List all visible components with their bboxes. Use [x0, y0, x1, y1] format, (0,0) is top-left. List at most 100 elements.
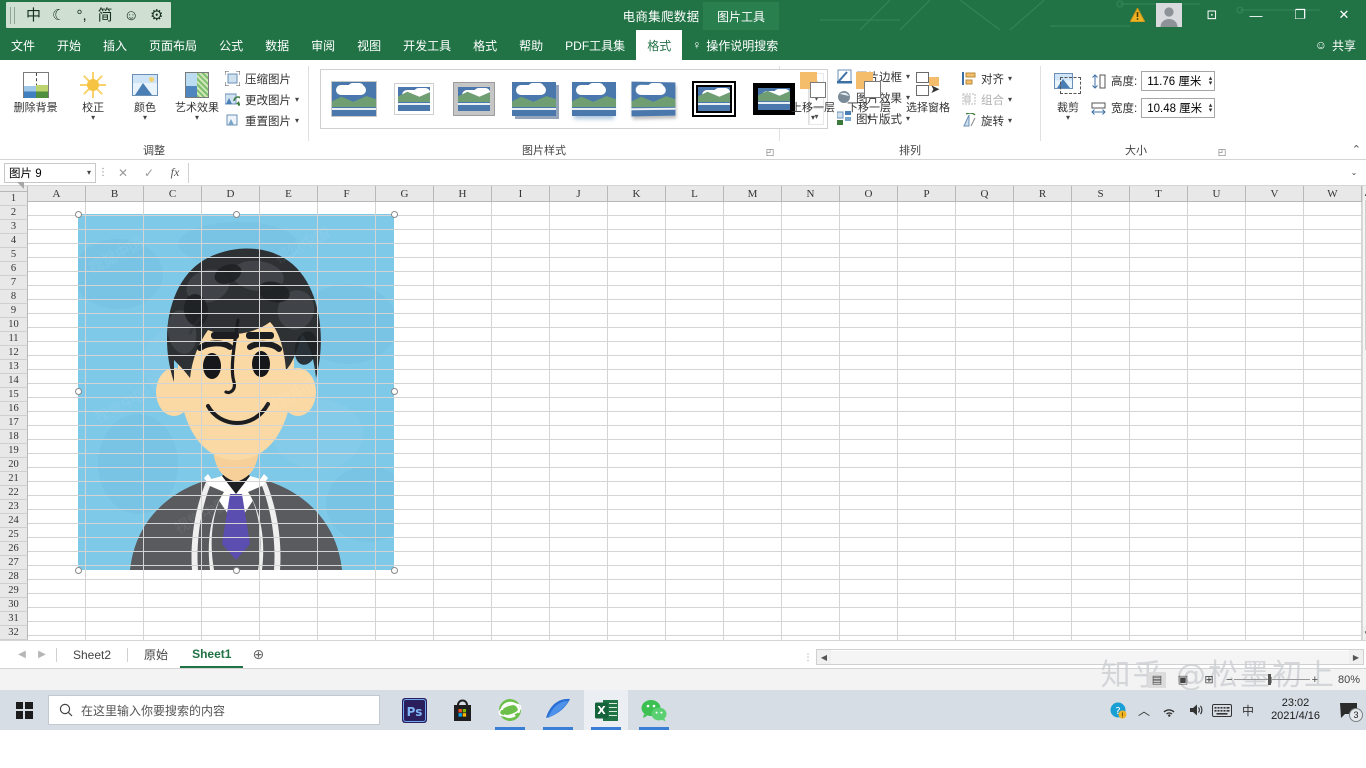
taskbar-excel-button[interactable]: X [584, 690, 628, 730]
tab-help[interactable]: 帮助 [508, 30, 554, 60]
avatar[interactable] [1156, 3, 1182, 27]
row-header-29[interactable]: 29 [0, 584, 28, 598]
ime-moon-icon[interactable]: ☾ [52, 8, 65, 23]
minimize-button[interactable]: — [1234, 0, 1278, 30]
row-header-5[interactable]: 5 [0, 248, 28, 262]
column-header-N[interactable]: N [782, 186, 840, 202]
ime-toolbar[interactable]: 中 ☾ °, 简 ☺ ⚙ [6, 2, 172, 28]
taskbar-store-button[interactable] [440, 690, 484, 730]
row-header-1[interactable]: 1 [0, 192, 28, 206]
picture-style-reflected[interactable] [568, 75, 620, 123]
resize-handle-bottom-right[interactable] [391, 567, 398, 574]
taskbar-wechat-button[interactable] [632, 690, 676, 730]
shape-height-stepper[interactable]: ▴ ▾ [1209, 75, 1213, 87]
column-header-P[interactable]: P [898, 186, 956, 202]
row-header-21[interactable]: 21 [0, 472, 28, 486]
row-header-6[interactable]: 6 [0, 262, 28, 276]
tab-file[interactable]: 文件 [0, 30, 46, 60]
collapse-ribbon-button[interactable]: ⌃ [1352, 143, 1361, 156]
tab-picture-format[interactable]: 格式 [636, 30, 683, 60]
column-header-T[interactable]: T [1130, 186, 1188, 202]
chevron-down-icon[interactable]: ▾ [811, 114, 815, 122]
tab-review[interactable]: 审阅 [300, 30, 346, 60]
row-header-11[interactable]: 11 [0, 332, 28, 346]
share-button[interactable]: ☺ 共享 [1315, 30, 1356, 60]
row-header-18[interactable]: 18 [0, 430, 28, 444]
tab-format[interactable]: 格式 [462, 30, 508, 60]
tab-pdf-tools[interactable]: PDF工具集 [554, 30, 636, 60]
volume-icon[interactable] [1183, 690, 1209, 730]
add-sheet-button[interactable]: ⊕ [243, 646, 273, 663]
zoom-slider-track[interactable] [1234, 679, 1310, 680]
row-header-32[interactable]: 32 [0, 626, 28, 640]
sheet-nav-arrows[interactable]: ◀ ▶ [0, 649, 52, 660]
security-shield-icon[interactable]: ?! [1105, 690, 1131, 730]
page-break-view-button[interactable]: ⊞ [1200, 672, 1218, 688]
column-header-E[interactable]: E [260, 186, 318, 202]
row-header-22[interactable]: 22 [0, 486, 28, 500]
ime-language-icon[interactable]: 中 [26, 8, 41, 23]
resize-handle-bottom-left[interactable] [75, 567, 82, 574]
chevron-down-icon[interactable]: ▾ [87, 168, 91, 177]
page-layout-view-button[interactable]: ▣ [1174, 672, 1192, 688]
resize-handle-top-left[interactable] [75, 211, 82, 218]
cell-area[interactable]: 视觉中国 视觉中国 视觉中国 视觉中国 视觉中国 [28, 202, 1362, 650]
column-header-U[interactable]: U [1188, 186, 1246, 202]
send-backward-button[interactable]: 下移一层 ▾ [841, 66, 897, 123]
ime-mode-icon[interactable]: 中 [1235, 690, 1261, 730]
row-header-17[interactable]: 17 [0, 416, 28, 430]
restore-button[interactable]: ❐ [1278, 0, 1322, 30]
show-hidden-icons-icon[interactable]: ︿ [1131, 690, 1157, 730]
resize-handle-top-center[interactable] [233, 211, 240, 218]
vertical-scrollbar[interactable]: ▲ ▼ [1362, 186, 1366, 640]
ribbon-display-options-button[interactable]: ⊡ [1190, 0, 1234, 30]
tell-me-search[interactable]: ♀ 操作说明搜索 [682, 30, 788, 60]
formula-bar-grip[interactable]: ⋮ [96, 167, 110, 178]
taskbar-wireshark-button[interactable] [536, 690, 580, 730]
tab-developer[interactable]: 开发工具 [392, 30, 462, 60]
picture-styles-dialog-launcher[interactable]: ◰ [764, 146, 776, 158]
tab-data[interactable]: 数据 [254, 30, 300, 60]
taskbar-photoshop-button[interactable]: Ps [392, 690, 436, 730]
confirm-entry-button[interactable]: ✓ [136, 163, 162, 183]
horizontal-scroll-thumb[interactable] [831, 650, 1349, 664]
row-header-15[interactable]: 15 [0, 388, 28, 402]
picture-style-perspective[interactable] [628, 75, 680, 123]
column-header-R[interactable]: R [1014, 186, 1072, 202]
compress-pictures-button[interactable]: 压缩图片 [223, 68, 303, 89]
zoom-slider-thumb[interactable] [1268, 674, 1271, 685]
scroll-right-button[interactable]: ▶ [1349, 650, 1363, 664]
picture-style-white-frame[interactable] [388, 75, 440, 123]
column-header-D[interactable]: D [202, 186, 260, 202]
chevron-down-icon[interactable]: ▾ [143, 114, 147, 122]
column-header-A[interactable]: A [28, 186, 86, 202]
row-header-26[interactable]: 26 [0, 542, 28, 556]
scroll-left-button[interactable]: ◀ [817, 650, 831, 664]
column-header-B[interactable]: B [86, 186, 144, 202]
sheet-tab-sheet1[interactable]: Sheet1 [180, 641, 244, 668]
chevron-down-icon[interactable]: ▾ [1066, 114, 1070, 122]
row-header-7[interactable]: 7 [0, 276, 28, 290]
resize-handle-middle-left[interactable] [75, 388, 82, 395]
chevron-down-icon[interactable]: ▾ [867, 114, 871, 122]
remove-background-button[interactable]: 删除背景 [5, 66, 66, 116]
row-header-23[interactable]: 23 [0, 500, 28, 514]
row-header-28[interactable]: 28 [0, 570, 28, 584]
size-dialog-launcher[interactable]: ◰ [1216, 146, 1228, 158]
shape-width-input[interactable]: 10.48 厘米 ▴ ▾ [1141, 98, 1216, 118]
row-header-20[interactable]: 20 [0, 458, 28, 472]
row-header-30[interactable]: 30 [0, 598, 28, 612]
sheet-tab-sheet2[interactable]: Sheet2 [61, 641, 123, 668]
formula-input[interactable] [188, 162, 1346, 183]
chevron-down-icon[interactable]: ▾ [1008, 75, 1012, 83]
taskbar-clock[interactable]: 23:02 2021/4/16 [1261, 697, 1330, 723]
start-button[interactable] [0, 690, 48, 730]
column-header-S[interactable]: S [1072, 186, 1130, 202]
column-header-O[interactable]: O [840, 186, 898, 202]
row-header-12[interactable]: 12 [0, 346, 28, 360]
sheet-prev-button[interactable]: ◀ [18, 649, 26, 660]
notification-center-button[interactable]: 3 [1330, 690, 1366, 730]
tab-formulas[interactable]: 公式 [208, 30, 254, 60]
picture-styles-gallery[interactable]: ▴ ▾ ▾ [320, 69, 828, 129]
ime-punctuation-icon[interactable]: °, [76, 8, 86, 23]
